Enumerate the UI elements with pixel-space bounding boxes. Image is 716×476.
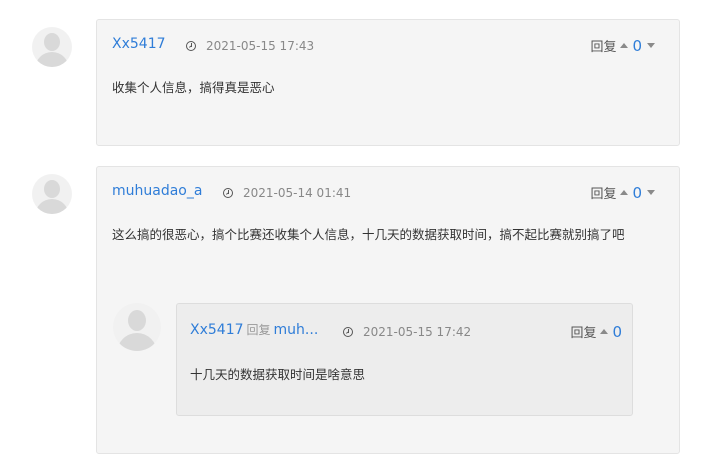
avatar[interactable] xyxy=(113,303,161,351)
downvote-arrow-icon[interactable] xyxy=(647,190,655,195)
comment-actions: 回复 0 xyxy=(590,36,655,55)
reply-timestamp: 2021-05-15 17:42 xyxy=(343,325,471,339)
downvote-arrow-icon[interactable] xyxy=(647,43,655,48)
comment-card: Xx5417 2021-05-15 17:43 回复 0 收集个人信息，搞得真是… xyxy=(96,19,680,146)
upvote-arrow-icon[interactable] xyxy=(600,329,609,334)
reply-to-label: 回复 xyxy=(246,323,271,337)
comment-time-text: 2021-05-15 17:43 xyxy=(206,39,315,53)
reply-username[interactable]: Xx5417 xyxy=(190,322,244,338)
avatar-head-shape xyxy=(44,33,60,51)
reply-button[interactable]: 回复 xyxy=(590,36,616,55)
avatar[interactable] xyxy=(32,27,72,67)
comment-card: muhuadao_a 2021-05-14 01:41 回复 0 这么搞的很恶心… xyxy=(96,166,680,454)
upvote-arrow-icon[interactable] xyxy=(620,190,629,195)
reply-target-username[interactable]: muh... xyxy=(274,322,319,338)
avatar-body-shape xyxy=(35,199,69,214)
upvote-arrow-icon[interactable] xyxy=(620,43,629,48)
reply-header: Xx5417 回复 muh... xyxy=(190,321,318,338)
avatar-body-shape xyxy=(117,333,157,351)
vote-count: 0 xyxy=(632,36,642,55)
reply-button[interactable]: 回复 xyxy=(570,322,596,341)
reply-content: 十几天的数据获取时间是啥意思 xyxy=(190,367,366,382)
comment-username[interactable]: muhuadao_a xyxy=(112,183,202,199)
comment-content: 这么搞的很恶心，搞个比赛还收集个人信息，十几天的数据获取时间，搞不起比赛就别搞了… xyxy=(112,227,625,242)
reply-actions: 回复 0 xyxy=(570,322,622,342)
comment-content: 收集个人信息，搞得真是恶心 xyxy=(112,80,275,95)
avatar[interactable] xyxy=(32,174,72,214)
comment-time-text: 2021-05-14 01:41 xyxy=(243,186,352,200)
comment-username[interactable]: Xx5417 xyxy=(112,36,166,52)
reply-time-text: 2021-05-15 17:42 xyxy=(363,325,472,339)
clock-icon xyxy=(343,327,353,337)
comment-timestamp: 2021-05-14 01:41 xyxy=(223,186,351,200)
clock-icon xyxy=(223,188,233,198)
vote-count: 0 xyxy=(612,322,622,341)
clock-icon xyxy=(186,41,196,51)
vote-count: 0 xyxy=(632,183,642,202)
reply-button[interactable]: 回复 xyxy=(590,183,616,202)
reply-card: Xx5417 回复 muh... 2021-05-15 17:42 回复 0 十… xyxy=(176,303,633,416)
comment-actions: 回复 0 xyxy=(590,183,655,202)
comment-timestamp: 2021-05-15 17:43 xyxy=(186,39,314,53)
avatar-head-shape xyxy=(128,310,146,331)
avatar-body-shape xyxy=(35,52,69,67)
avatar-head-shape xyxy=(44,180,60,198)
